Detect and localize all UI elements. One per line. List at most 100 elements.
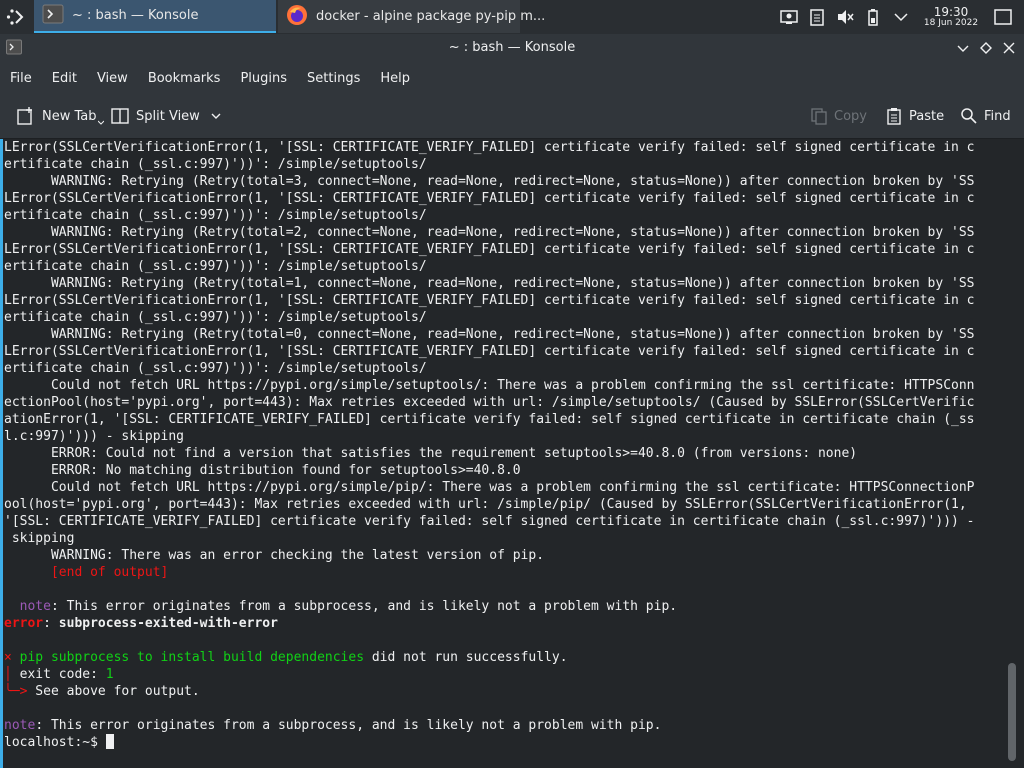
terminal-line: Could not fetch URL https://pypi.org/sim… bbox=[4, 377, 1000, 394]
terminal-text-segment: WARNING: There was an error checking the… bbox=[4, 548, 545, 563]
terminal-line: ERROR: Could not find a version that sat… bbox=[4, 445, 1000, 462]
close-button[interactable] bbox=[1001, 40, 1017, 56]
terminal-text-segment: Could not fetch URL https://pypi.org/sim… bbox=[4, 378, 975, 393]
terminal-text-segment: × bbox=[4, 650, 12, 665]
terminal-text-segment: ertificate chain (_ssl.c:997)'))': /simp… bbox=[4, 208, 427, 223]
task-label: docker - alpine package py-pip m... bbox=[316, 9, 546, 24]
terminal-line: LError(SSLCertVerificationError(1, '[SSL… bbox=[4, 190, 1000, 207]
terminal-text-segment: LError(SSLCertVerificationError(1, '[SSL… bbox=[4, 242, 975, 257]
maximize-button[interactable] bbox=[978, 40, 994, 56]
terminal-text-segment: : bbox=[43, 616, 59, 631]
close-icon bbox=[1003, 42, 1015, 54]
terminal-line: error: subprocess-exited-with-error bbox=[4, 615, 1000, 632]
text-cursor bbox=[105, 734, 114, 749]
clipboard-icon[interactable] bbox=[808, 8, 826, 26]
search-icon bbox=[961, 108, 977, 124]
terminal-text-segment: WARNING: Retrying (Retry(total=0, connec… bbox=[4, 327, 975, 342]
terminal-line: WARNING: There was an error checking the… bbox=[4, 547, 1000, 564]
terminal-line: ationError(1, '[SSL: CERTIFICATE_VERIFY_… bbox=[4, 411, 1000, 428]
menu-file[interactable]: File bbox=[1, 71, 41, 86]
menu-bookmarks[interactable]: Bookmarks bbox=[139, 71, 230, 86]
battery-icon[interactable] bbox=[864, 8, 882, 26]
terminal-text-segment: ╰─> bbox=[4, 684, 28, 699]
terminal-view[interactable]: LError(SSLCertVerificationError(1, '[SSL… bbox=[0, 139, 1024, 768]
terminal-line: skipping bbox=[4, 530, 1000, 547]
show-desktop-button[interactable] bbox=[994, 0, 1012, 34]
terminal-text-segment: ertificate chain (_ssl.c:997)'))': /simp… bbox=[4, 310, 427, 325]
digital-clock[interactable]: 19:30 18 Jun 2022 bbox=[922, 0, 980, 34]
terminal-text-segment: ertificate chain (_ssl.c:997)'))': /simp… bbox=[4, 259, 427, 274]
terminal-line: ERROR: No matching distribution found fo… bbox=[4, 462, 1000, 479]
terminal-text-segment: exit code: bbox=[11, 667, 106, 682]
window-title: ~ : bash — Konsole bbox=[448, 40, 576, 55]
menu-bar: File Edit View Bookmarks Plugins Setting… bbox=[0, 62, 1024, 94]
maximize-icon bbox=[980, 42, 992, 54]
active-view-indicator bbox=[0, 139, 3, 768]
terminal-line: ertificate chain (_ssl.c:997)'))': /simp… bbox=[4, 156, 1000, 173]
terminal-line: × pip subprocess to install build depend… bbox=[4, 649, 1000, 666]
terminal-output[interactable]: LError(SSLCertVerificationError(1, '[SSL… bbox=[4, 139, 1000, 768]
task-konsole[interactable]: ~ : bash — Konsole bbox=[34, 0, 276, 33]
terminal-line: l.c:997)'))) - skipping bbox=[4, 428, 1000, 445]
terminal-text-segment: pip subprocess to install build dependen… bbox=[11, 650, 365, 665]
terminal-text-segment: '[SSL: CERTIFICATE_VERIFY_FAILED] certif… bbox=[4, 514, 975, 529]
chevron-down-icon[interactable] bbox=[892, 8, 910, 26]
terminal-line: ertificate chain (_ssl.c:997)'))': /simp… bbox=[4, 309, 1000, 326]
split-view-button[interactable]: Split View bbox=[110, 94, 222, 138]
prompt-line[interactable]: localhost:~$ bbox=[4, 734, 1000, 751]
terminal-line: LError(SSLCertVerificationError(1, '[SSL… bbox=[4, 343, 1000, 360]
new-tab-button[interactable]: New Tab bbox=[16, 94, 104, 138]
menu-edit[interactable]: Edit bbox=[43, 71, 86, 86]
screen-icon[interactable] bbox=[780, 8, 798, 26]
terminal-line: LError(SSLCertVerificationError(1, '[SSL… bbox=[4, 292, 1000, 309]
dropdown-arrow-icon bbox=[97, 120, 104, 125]
paste-icon bbox=[887, 108, 901, 125]
scrollbar-thumb[interactable] bbox=[1008, 663, 1016, 761]
paste-label: Paste bbox=[909, 108, 945, 124]
find-button[interactable]: Find bbox=[960, 94, 1011, 138]
terminal-text-segment: skipping bbox=[4, 531, 75, 546]
terminal-line: ertificate chain (_ssl.c:997)'))': /simp… bbox=[4, 258, 1000, 275]
terminal-text-segment: WARNING: Retrying (Retry(total=3, connec… bbox=[4, 174, 975, 189]
menu-plugins[interactable]: Plugins bbox=[231, 71, 296, 86]
terminal-line: │ exit code: 1 bbox=[4, 666, 1000, 683]
terminal-text-segment: ool(host='pypi.org', port=443): Max retr… bbox=[4, 497, 967, 512]
terminal-text-segment: note bbox=[4, 718, 36, 733]
terminal-line: note: This error originates from a subpr… bbox=[4, 598, 1000, 615]
copy-icon bbox=[811, 108, 827, 125]
copy-button[interactable]: Copy bbox=[810, 94, 867, 138]
copy-label: Copy bbox=[834, 108, 867, 124]
konsole-icon bbox=[42, 3, 64, 29]
terminal-text-segment: ationError(1, '[SSL: CERTIFICATE_VERIFY_… bbox=[4, 412, 975, 427]
find-label: Find bbox=[984, 108, 1011, 124]
terminal-text-segment: [end of output] bbox=[50, 565, 169, 580]
terminal-line: WARNING: Retrying (Retry(total=0, connec… bbox=[4, 326, 1000, 343]
show-desktop-icon bbox=[994, 9, 1012, 25]
terminal-line: ╰─> See above for output. bbox=[4, 683, 1000, 700]
main-toolbar: New Tab Split View Copy Paste Find bbox=[0, 94, 1024, 139]
terminal-line: LError(SSLCertVerificationError(1, '[SSL… bbox=[4, 139, 1000, 156]
terminal-text-segment: : This error originates from a subproces… bbox=[50, 599, 678, 614]
menu-settings[interactable]: Settings bbox=[298, 71, 369, 86]
menu-view[interactable]: View bbox=[88, 71, 137, 86]
terminal-text-segment: LError(SSLCertVerificationError(1, '[SSL… bbox=[4, 140, 975, 155]
clock-date: 18 Jun 2022 bbox=[923, 17, 979, 28]
terminal-text-segment: LError(SSLCertVerificationError(1, '[SSL… bbox=[4, 293, 975, 308]
terminal-text-segment: LError(SSLCertVerificationError(1, '[SSL… bbox=[4, 344, 975, 359]
paste-button[interactable]: Paste bbox=[885, 94, 944, 138]
terminal-text-segment: Could not fetch URL https://pypi.org/sim… bbox=[4, 480, 975, 495]
minimize-button[interactable] bbox=[955, 40, 971, 56]
application-launcher-icon[interactable] bbox=[6, 7, 26, 27]
speaker-muted-icon[interactable] bbox=[836, 8, 854, 26]
terminal-text-segment: ertificate chain (_ssl.c:997)'))': /simp… bbox=[4, 361, 427, 376]
terminal-text-segment: LError(SSLCertVerificationError(1, '[SSL… bbox=[4, 191, 975, 206]
task-firefox[interactable]: docker - alpine package py-pip m... bbox=[278, 0, 545, 33]
shell-prompt: localhost:~$ bbox=[4, 735, 106, 750]
terminal-text-segment: ectionPool(host='pypi.org', port=443): M… bbox=[4, 395, 975, 410]
top-panel: ~ : bash — Konsole docker - alpine packa… bbox=[0, 0, 1024, 35]
menu-help[interactable]: Help bbox=[371, 71, 419, 86]
